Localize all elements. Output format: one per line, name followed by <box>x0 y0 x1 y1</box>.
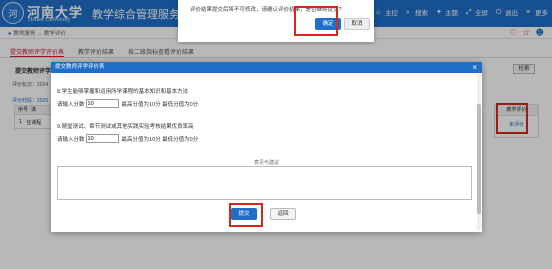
question-9-score-input[interactable] <box>85 134 119 143</box>
scrollbar-thumb[interactable] <box>477 104 481 214</box>
question-8-score-input[interactable] <box>85 99 119 108</box>
highlight-ok-button <box>294 6 338 36</box>
question-8: 8.学生能够掌握和运用所学课程的基本知识和基本方法 <box>57 89 189 95</box>
close-icon[interactable]: × <box>472 62 477 73</box>
modal-header: 提交教师评学评价表 × <box>51 62 482 73</box>
question-8-score-row: 请输入分数 最高分值为10分 最低分值为0分 <box>57 99 198 108</box>
question-9-score-row: 请输入分数 最高分值为10分 最低分值为0分 <box>57 134 198 143</box>
confirm-dialog: 评价结果提交后将不可修改，请确认评价结果，是否继续提交? 确定 取消 <box>178 0 374 42</box>
confirm-cancel-button[interactable]: 取消 <box>344 18 370 30</box>
suggestion-textarea[interactable] <box>57 166 472 200</box>
modal-title: 提交教师评学评价表 <box>55 64 105 70</box>
question-9: 9.随堂测试、章节测试或其他实践实验考核结果优良率高 <box>57 124 194 130</box>
evaluation-modal: 提交教师评学评价表 × 8.学生能够掌握和运用所学课程的基本知识和基本方法 请输… <box>51 62 482 232</box>
modal-scrollbar[interactable] <box>477 74 481 230</box>
back-button[interactable]: 返回 <box>270 208 296 220</box>
suggestion-label: 意见与建议 <box>253 160 279 166</box>
highlight-submit-button <box>229 203 263 227</box>
